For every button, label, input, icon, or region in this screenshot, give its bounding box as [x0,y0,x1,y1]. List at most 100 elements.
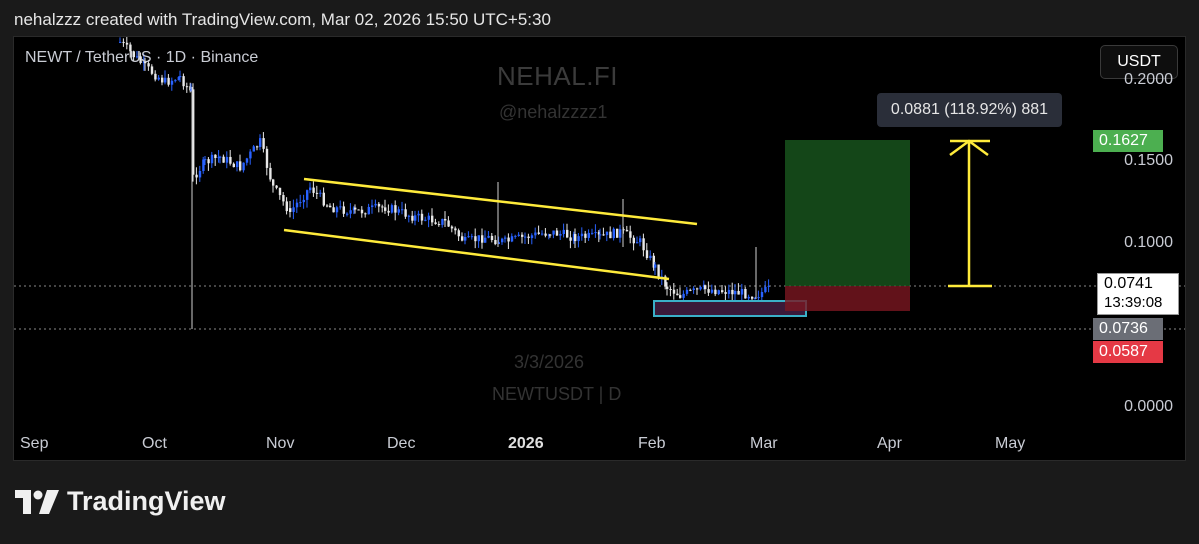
candle-body [335,207,339,213]
candle-body [599,234,602,236]
candle-body [751,296,754,299]
candle-body [387,210,390,213]
candle-body [764,286,767,292]
candle-body [517,234,520,236]
candle-body [367,206,370,215]
candle-body [229,156,232,164]
candle-body [219,156,222,158]
candle-body [577,236,580,242]
stop-price-tag: 0.0587 [1093,341,1163,363]
candle-body [346,213,349,215]
price-tick: 0.1500 [1124,152,1173,169]
symbol-info[interactable]: NEWT / TetherUS · 1D · Binance [25,49,258,67]
candle-body [256,146,259,148]
candle-body [501,238,504,243]
candle-body [262,138,265,149]
candle-body [322,192,325,206]
candle-body [381,206,384,208]
candle-body [524,236,527,238]
candle-body [239,161,242,171]
candle-body [530,235,534,239]
candle-body [198,170,202,178]
candle-body [374,203,377,206]
candle-body [566,229,569,238]
candle-body [414,215,417,221]
current-price-box: 0.0741 13:39:08 [1097,273,1179,315]
tradingview-brand[interactable]: TradingView [15,486,226,517]
price-tick: 0.1000 [1124,234,1173,251]
candle-body [699,286,702,290]
candle-body [349,210,352,214]
time-label: May [995,435,1026,452]
candle-body [182,76,185,87]
candle-body [740,288,744,295]
candle-body [494,240,497,245]
candle-body [339,206,342,208]
candle-body [639,238,642,243]
candle-body [427,215,430,220]
candle-body [654,264,657,268]
candle-body [629,231,632,238]
candle-body [605,231,609,236]
time-label: Nov [266,435,295,452]
candle-body [767,285,770,287]
tradingview-logo-icon [15,489,59,514]
time-label: Apr [877,435,902,452]
candle-body [552,230,555,235]
candle-body [679,295,682,298]
candle-body [724,292,727,294]
candle-body [161,77,164,83]
candle-body [424,219,427,221]
candle-body [269,167,272,180]
chart-panel[interactable]: NEWT / TetherUS · 1D · Binance USDT NEHA… [13,36,1186,461]
candle-body [689,289,692,291]
candle-body [371,205,374,207]
candle-body [649,255,652,259]
time-label: Dec [387,435,416,452]
entry-price-tag: 0.0736 [1093,318,1163,340]
channel-upper-line [303,177,698,226]
watermark-symbol: NEWTUSDT | D [492,384,622,404]
candle-body [504,237,507,239]
candle-body [461,236,464,241]
candle-body [319,192,322,194]
candle-body [282,195,285,202]
candle-body [441,218,444,225]
candle-body [625,229,629,232]
candle-body [602,234,605,236]
candle-body [275,185,278,188]
candle-body [174,80,177,82]
candle-body [390,205,394,213]
candle-body [434,222,437,225]
candle-body [737,290,740,295]
candle-body [302,199,305,203]
candle-body [401,209,404,211]
candle-body [252,146,255,152]
candle-body [272,179,275,186]
candle-body [474,236,477,242]
candle-body [549,234,552,236]
candle-body [760,291,764,298]
candle-body [555,230,559,236]
stop-loss-zone [785,286,910,311]
candle-body [569,237,572,241]
candle-body [295,202,299,208]
candle-body [484,237,487,243]
candle-body [537,232,540,234]
price-tick: 0.0000 [1124,398,1173,415]
candle-body [278,187,282,196]
candle-body [676,293,679,296]
candle-body [225,156,229,163]
bar-countdown: 13:39:08 [1104,294,1163,311]
watermark-handle: @nehalzzzz1 [499,102,608,122]
candle-body [757,297,760,299]
candle-body [704,285,707,290]
candle-body [467,236,470,238]
candle-body [259,138,262,147]
candle-body [657,264,660,278]
candles-group [119,37,770,329]
candle-body [591,232,594,234]
candle-body [470,236,474,238]
candle-body [587,232,590,238]
candle-body [534,232,537,236]
